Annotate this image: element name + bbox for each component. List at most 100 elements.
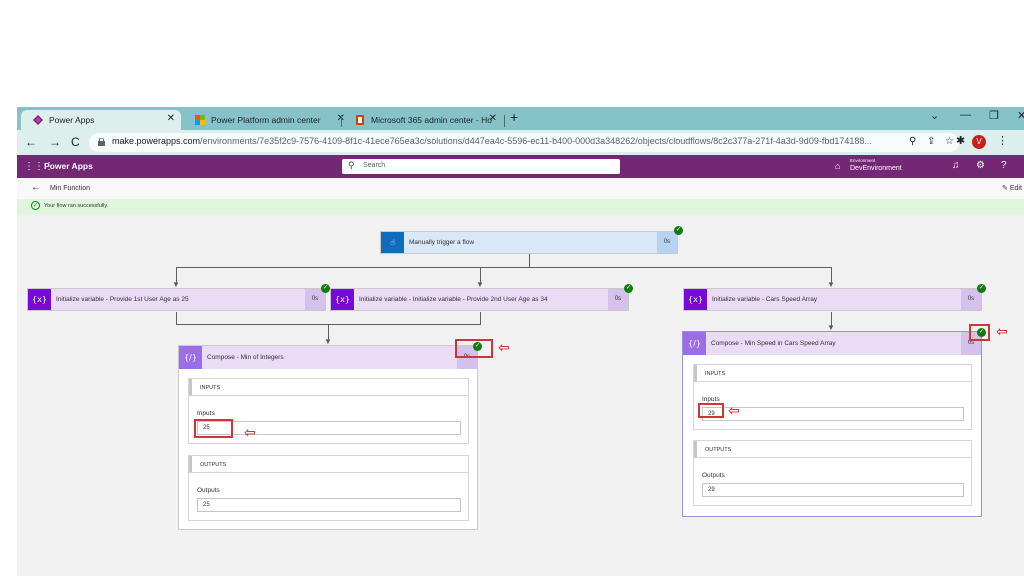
section-header: OUTPUTS xyxy=(694,441,971,458)
share-icon[interactable]: ⇪ xyxy=(927,136,935,147)
compose-label: Compose - Min of Integers xyxy=(207,354,284,361)
outputs-header: OUTPUTS xyxy=(200,462,227,468)
browser-address-row: ← → C make.powerapps.com/environments/7e… xyxy=(17,130,1024,155)
variable-label: Initialize variable - Cars Speed Array xyxy=(712,296,818,303)
variable-icon: {x} xyxy=(331,289,354,310)
connector-line xyxy=(176,312,177,324)
variable-icon: {x} xyxy=(684,289,707,310)
tab-label: Power Apps xyxy=(49,115,95,125)
inputs-header: INPUTS xyxy=(705,371,726,377)
success-check-icon: ✓ xyxy=(321,284,330,293)
more-menu-icon[interactable]: ⋮ xyxy=(997,134,1008,147)
compose-header[interactable]: {/} Compose - Min Speed in Cars Speed Ar… xyxy=(683,332,981,355)
success-check-icon: ✓ xyxy=(31,201,40,210)
annotation-box xyxy=(194,419,233,438)
url-path: /environments/7e35f2c9-7576-4109-8f1c-41… xyxy=(200,136,872,146)
annotation-arrow-icon: ⇦ xyxy=(244,425,256,441)
back-icon[interactable]: ← xyxy=(25,135,37,149)
restore-icon[interactable]: ❐ xyxy=(989,109,999,122)
section-header: OUTPUTS xyxy=(189,456,468,473)
app-header: ⋮⋮⋮ Power Apps ⚲ Search ⌂ Environment De… xyxy=(17,155,1024,178)
tab-separator xyxy=(504,115,505,127)
plus-icon[interactable]: + xyxy=(510,109,518,125)
inputs-label: Inputs xyxy=(702,396,720,403)
outputs-value-box: 29 xyxy=(702,483,964,497)
address-bar[interactable]: make.powerapps.com/environments/7e35f2c9… xyxy=(89,133,959,152)
close-tab-icon[interactable]: ✕ xyxy=(489,113,497,124)
settings-gear-icon[interactable]: ⚙ xyxy=(976,160,985,171)
inputs-header: INPUTS xyxy=(200,385,221,391)
lock-icon xyxy=(98,138,105,146)
help-icon[interactable]: ? xyxy=(1001,160,1007,171)
outputs-value: 29 xyxy=(708,487,715,493)
variable-label: Initialize variable - Provide 1st User A… xyxy=(56,296,189,303)
inputs-value-box: 25 xyxy=(197,421,461,435)
connector-line xyxy=(176,267,832,268)
outputs-label: Outputs xyxy=(702,472,725,479)
chevron-down-icon[interactable]: ⌄ xyxy=(930,109,939,122)
pencil-icon: ✎ xyxy=(1002,185,1008,192)
annotation-arrow-icon: ⇦ xyxy=(728,403,740,419)
tab-power-apps[interactable]: Power Apps ✕ xyxy=(21,110,181,130)
zoom-icon[interactable]: ⚲ xyxy=(909,136,916,147)
search-icon: ⚲ xyxy=(348,160,355,170)
bookmark-star-icon[interactable]: ☆ xyxy=(945,136,954,147)
minimize-icon[interactable]: — xyxy=(960,109,971,121)
notifications-icon[interactable]: ♫ xyxy=(952,160,960,171)
tab-m365-admin[interactable]: Microsoft 365 admin center - Ho ✕ xyxy=(343,110,503,130)
outputs-section[interactable]: OUTPUTS Outputs 29 xyxy=(693,440,972,506)
environment-label: Environment xyxy=(850,158,876,163)
variable-card-1[interactable]: {x} Initialize variable - Provide 1st Us… xyxy=(27,288,326,311)
compose-header[interactable]: {/} Compose - Min of Integers 0s xyxy=(179,346,477,369)
window-close-icon[interactable]: ✕ xyxy=(1017,109,1024,122)
browser-tab-strip: Power Apps ✕ Power Platform admin center… xyxy=(17,107,1024,130)
tab-power-platform-admin[interactable]: Power Platform admin center ✕ xyxy=(183,110,351,130)
compose-label: Compose - Min Speed in Cars Speed Array xyxy=(711,340,836,347)
app-title[interactable]: Power Apps xyxy=(44,161,93,171)
extensions-icon[interactable]: ✱ xyxy=(956,134,965,147)
success-check-icon: ✓ xyxy=(674,226,683,235)
section-header: INPUTS xyxy=(189,379,468,396)
power-apps-logo-icon xyxy=(33,115,43,125)
variable-icon: {x} xyxy=(28,289,51,310)
annotation-box xyxy=(698,403,724,418)
trigger-duration: 0s xyxy=(657,232,677,253)
edit-label: Edit xyxy=(1009,185,1022,192)
success-check-icon: ✓ xyxy=(624,284,633,293)
variable-card-3[interactable]: {x} Initialize variable - Cars Speed Arr… xyxy=(683,288,982,311)
inputs-section[interactable]: INPUTS Inputs 29 xyxy=(693,364,972,430)
connector-line xyxy=(480,312,481,324)
search-input[interactable]: ⚲ Search xyxy=(342,159,620,174)
forward-icon[interactable]: → xyxy=(49,135,61,149)
trigger-card[interactable]: ☝ Manually trigger a flow 0s xyxy=(380,231,678,254)
outputs-value-box: 25 xyxy=(197,498,461,512)
tab-label: Microsoft 365 admin center - Ho xyxy=(371,115,492,125)
inputs-label: Inputs xyxy=(197,410,215,417)
success-banner: ✓ Your flow ran successfully. xyxy=(17,199,1024,214)
url-host: make.powerapps.com xyxy=(112,136,201,146)
outputs-value: 25 xyxy=(203,502,210,508)
section-header: INPUTS xyxy=(694,365,971,382)
variable-label: Initialize variable - Initialize variabl… xyxy=(359,296,548,303)
back-arrow-icon[interactable]: ← xyxy=(31,182,41,193)
trigger-label: Manually trigger a flow xyxy=(409,239,475,246)
profile-avatar[interactable]: V xyxy=(972,135,986,149)
outputs-header: OUTPUTS xyxy=(705,447,732,453)
url-text: make.powerapps.com/environments/7e35f2c9… xyxy=(112,136,872,146)
success-check-icon: ✓ xyxy=(977,284,986,293)
environment-name[interactable]: DevEnvironment xyxy=(850,165,902,172)
compose-icon: {/} xyxy=(683,332,706,355)
command-bar: ← Min Function ✎ Edit xyxy=(17,178,1024,199)
office-logo-icon xyxy=(356,115,364,125)
variable-card-2[interactable]: {x} Initialize variable - Initialize var… xyxy=(330,288,629,311)
connector-line xyxy=(529,253,530,267)
tab-label: Power Platform admin center xyxy=(211,115,321,125)
outputs-section[interactable]: OUTPUTS Outputs 25 xyxy=(188,455,469,521)
hand-pointer-icon: ☝ xyxy=(381,232,404,253)
search-placeholder: Search xyxy=(363,162,386,169)
annotation-arrow-icon: ⇦ xyxy=(498,340,510,356)
close-tab-icon[interactable]: ✕ xyxy=(167,113,175,124)
edit-button[interactable]: ✎ Edit xyxy=(1002,184,1022,192)
reload-icon[interactable]: C xyxy=(71,135,80,149)
annotation-arrow-icon: ⇦ xyxy=(996,324,1008,340)
